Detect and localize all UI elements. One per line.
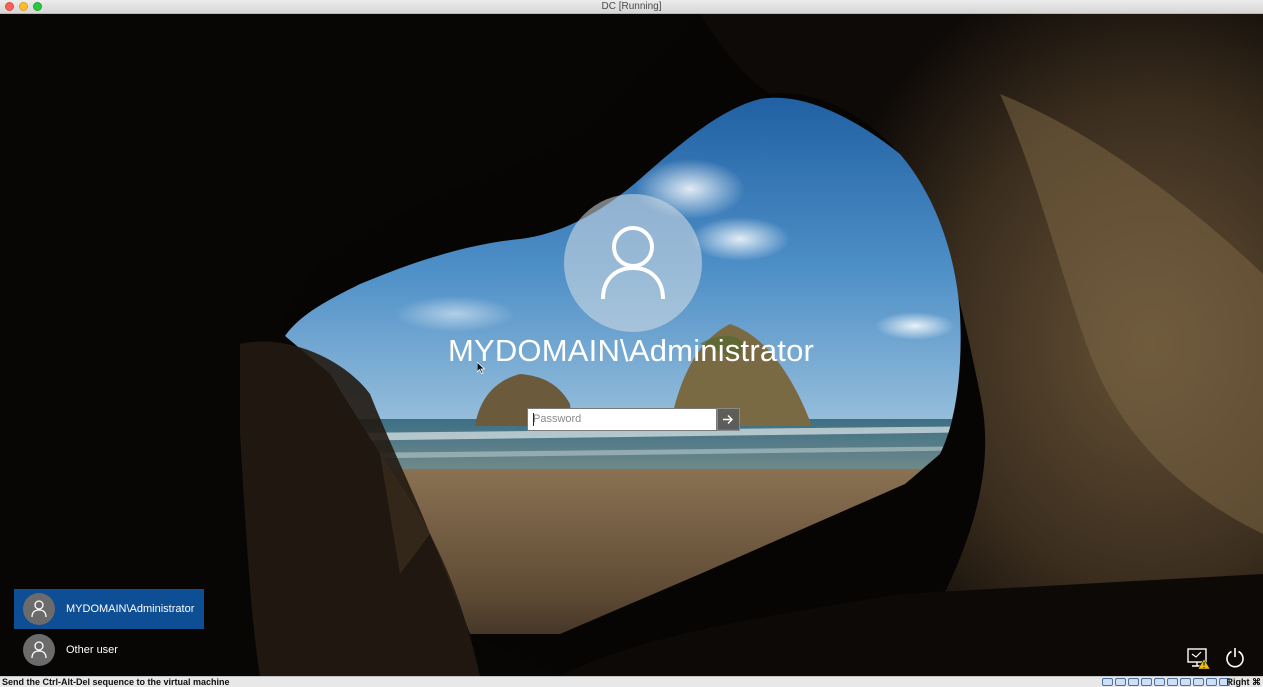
- user-tile-label: MYDOMAIN\Administrator: [66, 603, 195, 615]
- window-titlebar: DC [Running]: [0, 0, 1263, 14]
- mouse-cursor-icon: [477, 362, 485, 374]
- vm-statusbar: Send the Ctrl-Alt-Del sequence to the vi…: [0, 676, 1263, 687]
- host-key-label: Right ⌘: [1226, 677, 1262, 687]
- video-capture-icon[interactable]: [1193, 678, 1204, 686]
- submit-password-button[interactable]: [717, 408, 740, 431]
- user-tile-other-user[interactable]: Other user: [14, 630, 204, 670]
- vm-screen[interactable]: MYDOMAIN\Administrator Password MYDOMAIN…: [0, 14, 1263, 676]
- hard-disk-icon[interactable]: [1102, 678, 1113, 686]
- arrow-right-icon: [723, 415, 733, 424]
- power-icon[interactable]: [1223, 646, 1247, 670]
- user-avatar: [564, 194, 702, 332]
- device-status-icons: [1102, 678, 1230, 686]
- user-icon: [31, 641, 47, 659]
- shared-folder-icon[interactable]: [1167, 678, 1178, 686]
- status-message: Send the Ctrl-Alt-Del sequence to the vi…: [2, 677, 230, 687]
- usb-icon[interactable]: [1154, 678, 1165, 686]
- user-tile-label: Other user: [66, 644, 118, 656]
- ease-of-access-icon[interactable]: [1186, 646, 1212, 670]
- avatar: [23, 634, 55, 666]
- network-icon[interactable]: [1141, 678, 1152, 686]
- user-icon: [601, 226, 665, 300]
- login-username: MYDOMAIN\Administrator: [447, 333, 815, 368]
- password-input[interactable]: Password: [527, 408, 717, 431]
- window-title: DC [Running]: [601, 1, 662, 12]
- display-icon[interactable]: [1180, 678, 1191, 686]
- cpu-icon[interactable]: [1206, 678, 1217, 686]
- avatar: [23, 593, 55, 625]
- optical-drive-icon[interactable]: [1115, 678, 1126, 686]
- user-tile-administrator[interactable]: MYDOMAIN\Administrator: [14, 589, 204, 629]
- user-icon: [31, 600, 47, 618]
- audio-icon[interactable]: [1128, 678, 1139, 686]
